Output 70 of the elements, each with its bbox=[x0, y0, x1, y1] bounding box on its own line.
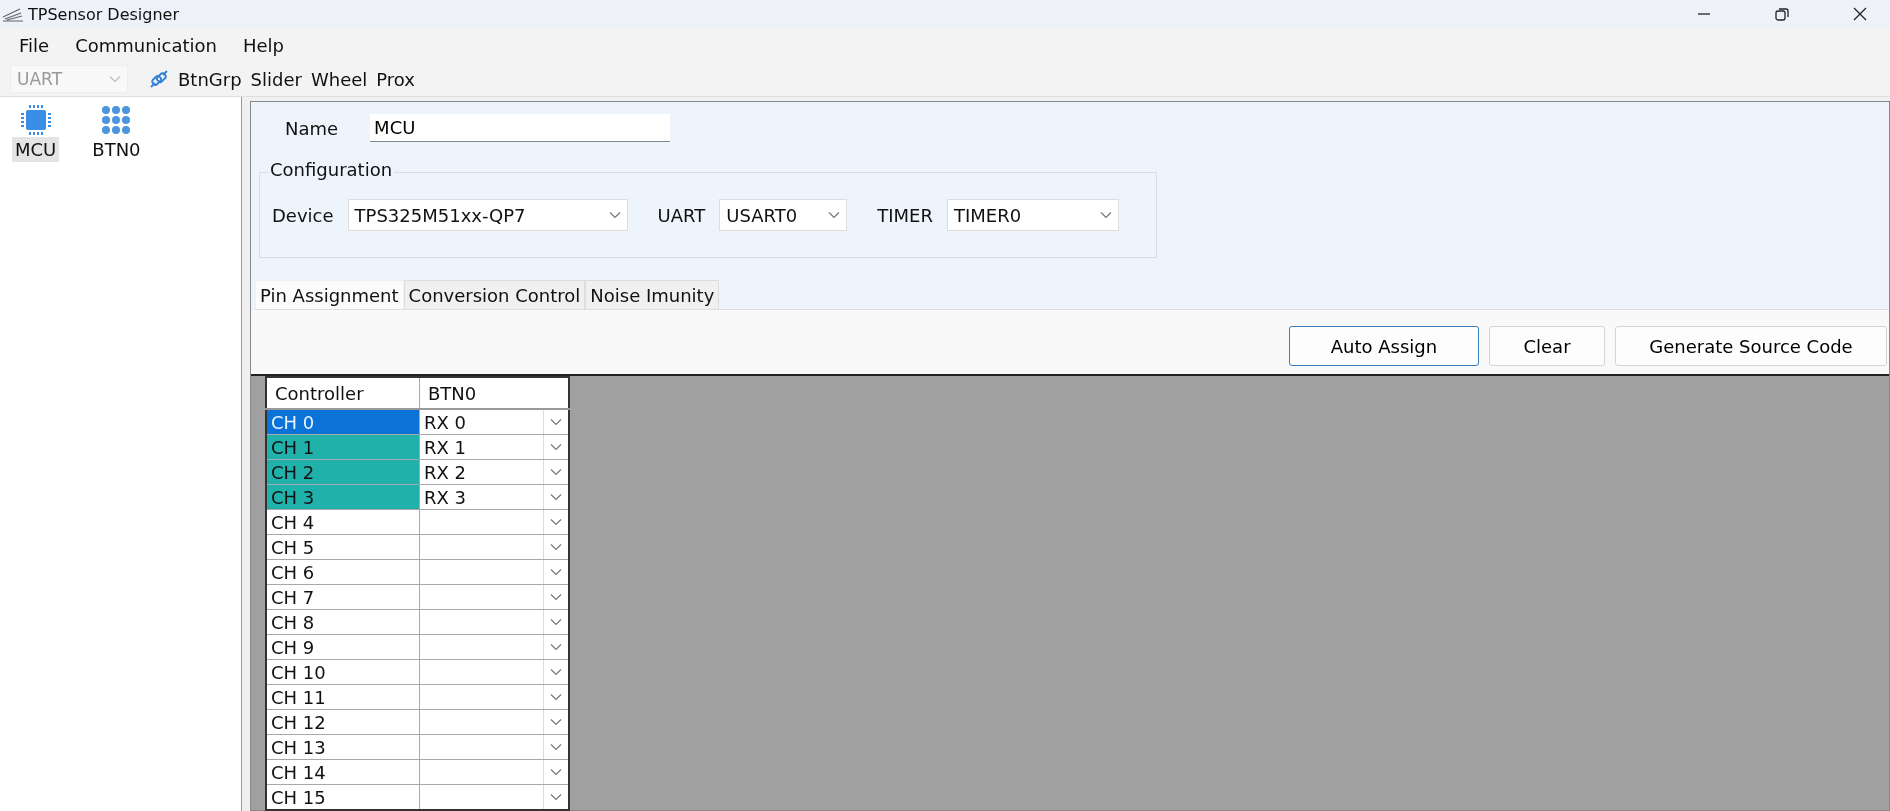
pin-dropdown[interactable]: RX 1 bbox=[420, 435, 568, 459]
toolbar-button[interactable]: BtnGrp bbox=[178, 68, 249, 90]
caret-icon bbox=[550, 793, 562, 801]
chip-icon bbox=[18, 103, 53, 137]
row-header[interactable]: CH 11 bbox=[266, 684, 420, 710]
dropdown[interactable]: TIMER0 bbox=[946, 199, 1119, 231]
caret-icon bbox=[608, 211, 621, 219]
close-button[interactable] bbox=[1852, 6, 1868, 22]
column-header: BTN0 bbox=[419, 377, 569, 409]
caret-icon bbox=[550, 718, 562, 726]
menu-item[interactable]: Help bbox=[230, 34, 298, 56]
name-field[interactable]: MCU bbox=[370, 114, 671, 142]
caret-icon bbox=[109, 75, 121, 83]
tab[interactable]: Noise Imunity bbox=[585, 280, 720, 309]
caret-icon bbox=[550, 493, 562, 501]
row-header[interactable]: CH 14 bbox=[266, 759, 420, 785]
restore-button[interactable] bbox=[1774, 6, 1790, 22]
caret-icon bbox=[550, 743, 562, 751]
name-label: Name bbox=[285, 117, 339, 139]
caret-icon bbox=[1099, 211, 1112, 219]
row-header[interactable]: CH 5 bbox=[266, 534, 420, 560]
row-header[interactable]: CH 6 bbox=[266, 559, 420, 585]
row-header[interactable]: CH 9 bbox=[266, 634, 420, 660]
column-header: Controller bbox=[266, 377, 420, 409]
caret-icon bbox=[550, 568, 562, 576]
caret-icon bbox=[550, 418, 562, 426]
caret-icon bbox=[550, 443, 562, 451]
toolbar-button[interactable]: Wheel bbox=[310, 68, 375, 90]
toolbar-button[interactable]: Prox bbox=[376, 68, 422, 90]
caret-icon bbox=[550, 768, 562, 776]
tree-item[interactable]: MCU bbox=[12, 137, 60, 162]
button[interactable]: Auto Assign bbox=[1289, 326, 1479, 366]
pin-dropdown[interactable]: RX 2 bbox=[420, 460, 568, 484]
row-header[interactable]: CH 8 bbox=[266, 609, 420, 635]
caret-icon bbox=[550, 593, 562, 601]
caret-icon bbox=[550, 618, 562, 626]
caret-icon bbox=[828, 211, 841, 219]
row-header[interactable]: CH 0 bbox=[266, 409, 420, 435]
group-title: Configuration bbox=[268, 159, 395, 180]
menu-item[interactable]: File bbox=[6, 34, 63, 56]
window-title: TPSensor Designer bbox=[28, 4, 180, 24]
dropdown[interactable]: USART0 bbox=[719, 199, 848, 231]
row-header[interactable]: CH 10 bbox=[266, 659, 420, 685]
row-header[interactable]: CH 2 bbox=[266, 459, 420, 485]
row-header[interactable]: CH 13 bbox=[266, 734, 420, 760]
pin-dropdown[interactable]: RX 3 bbox=[420, 485, 568, 509]
caret-icon bbox=[550, 543, 562, 551]
row-header[interactable]: CH 1 bbox=[266, 434, 420, 460]
button[interactable]: Clear bbox=[1489, 326, 1605, 366]
pin-dropdown[interactable]: RX 0 bbox=[420, 410, 568, 434]
caret-icon bbox=[550, 468, 562, 476]
field-label: Device bbox=[272, 204, 334, 226]
tree-item[interactable]: BTN0 bbox=[89, 137, 144, 162]
dropdown[interactable]: TPS325M51xx-QP7 bbox=[347, 199, 628, 231]
field-label: UART bbox=[657, 204, 706, 226]
caret-icon bbox=[550, 693, 562, 701]
row-header[interactable]: CH 3 bbox=[266, 484, 420, 510]
caret-icon bbox=[550, 643, 562, 651]
tab[interactable]: Conversion Control bbox=[403, 280, 586, 309]
field-label: TIMER bbox=[877, 204, 933, 226]
tab[interactable]: Pin Assignment bbox=[255, 280, 404, 309]
button[interactable]: Generate Source Code bbox=[1615, 326, 1887, 366]
row-header[interactable]: CH 7 bbox=[266, 584, 420, 610]
connect-icon[interactable] bbox=[148, 68, 170, 90]
toolbar-button[interactable]: Slider bbox=[250, 68, 309, 90]
row-header[interactable]: CH 12 bbox=[266, 709, 420, 735]
row-header[interactable]: CH 4 bbox=[266, 509, 420, 535]
menu-item[interactable]: Communication bbox=[62, 34, 230, 56]
caret-icon bbox=[550, 518, 562, 526]
caret-icon bbox=[550, 668, 562, 676]
